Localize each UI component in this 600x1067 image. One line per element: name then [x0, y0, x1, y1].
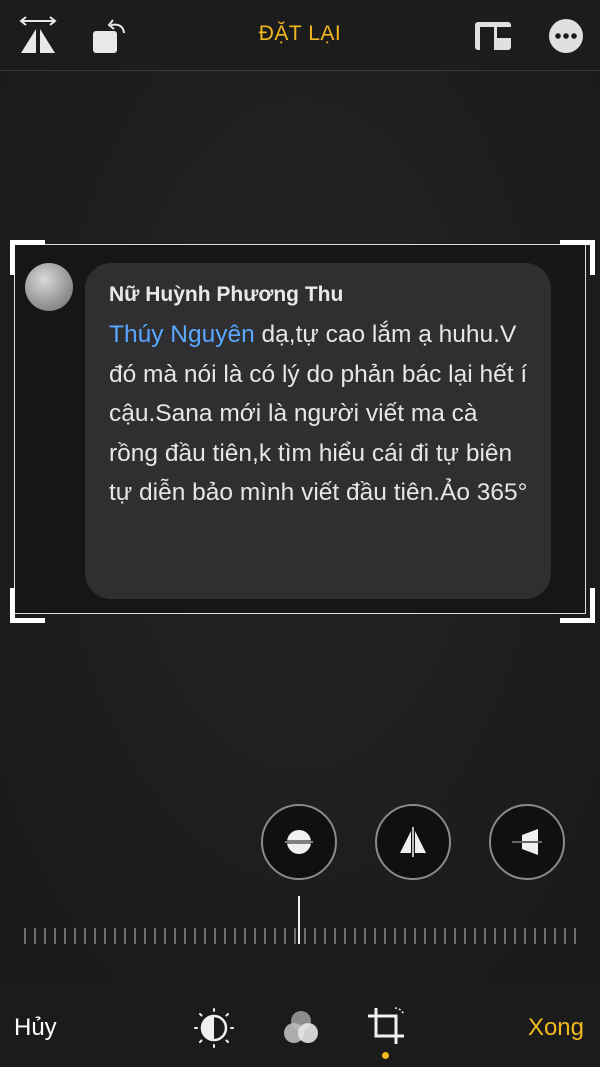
crop-handle-top-right[interactable] — [560, 240, 595, 275]
dial-tick — [164, 928, 166, 944]
dial-tick — [474, 928, 476, 944]
dial-tick — [284, 928, 286, 944]
dial-tick — [44, 928, 46, 944]
dial-tick — [334, 928, 336, 944]
dial-tick — [434, 928, 436, 944]
dial-tick — [54, 928, 56, 944]
active-tool-indicator — [382, 1052, 389, 1059]
filters-icon[interactable] — [279, 1006, 323, 1050]
dial-tick — [34, 928, 36, 944]
dial-tick — [294, 928, 296, 944]
dial-tick — [244, 928, 246, 944]
dial-indicator — [298, 896, 300, 944]
dial-tick — [464, 928, 466, 944]
dial-tick — [564, 928, 566, 944]
crop-handle-top-left[interactable] — [10, 240, 45, 275]
straighten-button[interactable] — [261, 804, 337, 880]
dial-tick — [524, 928, 526, 944]
dial-tick — [554, 928, 556, 944]
dial-tick — [274, 928, 276, 944]
dial-tick — [104, 928, 106, 944]
dial-tick — [454, 928, 456, 944]
cancel-button[interactable]: Hủy — [14, 1014, 57, 1042]
dial-tick — [544, 928, 546, 944]
dial-tick — [134, 928, 136, 944]
dial-tick — [574, 928, 576, 944]
dial-tick — [264, 928, 266, 944]
crop-icon[interactable] — [364, 1004, 408, 1048]
dial-tick — [224, 928, 226, 944]
aspect-ratio-icon[interactable] — [472, 16, 514, 56]
dial-tick — [484, 928, 486, 944]
dial-tick — [364, 928, 366, 944]
dial-tick — [314, 928, 316, 944]
dial-tick — [414, 928, 416, 944]
dial-tick — [64, 928, 66, 944]
dial-tick — [94, 928, 96, 944]
dial-tick — [124, 928, 126, 944]
done-button[interactable]: Xong — [528, 1014, 584, 1042]
dial-tick — [254, 928, 256, 944]
more-icon[interactable] — [546, 16, 586, 56]
comment-text: Thúy Nguyên dạ,tự cao lắm ạ huhu.V đó mà… — [109, 315, 529, 513]
dial-tick — [354, 928, 356, 944]
dial-tick — [184, 928, 186, 944]
horizontal-perspective-button[interactable] — [489, 804, 565, 880]
comment-bubble: Nữ Huỳnh Phương Thu Thúy Nguyên dạ,tự ca… — [85, 263, 551, 599]
dial-tick — [174, 928, 176, 944]
straighten-icon — [284, 830, 314, 854]
dial-tick — [424, 928, 426, 944]
dial-tick — [494, 928, 496, 944]
dial-tick — [384, 928, 386, 944]
dial-tick — [324, 928, 326, 944]
adjust-icon[interactable] — [192, 1006, 236, 1050]
dial-tick — [24, 928, 26, 944]
rotation-dial[interactable] — [24, 928, 576, 946]
dial-tick — [214, 928, 216, 944]
horizontal-perspective-icon — [512, 829, 542, 855]
vertical-perspective-icon — [400, 827, 426, 857]
dial-tick — [194, 928, 196, 944]
dial-tick — [534, 928, 536, 944]
dial-tick — [374, 928, 376, 944]
dial-tick — [74, 928, 76, 944]
dial-tick — [304, 928, 306, 944]
dial-tick — [404, 928, 406, 944]
dial-tick — [234, 928, 236, 944]
dial-tick — [394, 928, 396, 944]
vertical-perspective-button[interactable] — [375, 804, 451, 880]
top-toolbar: ĐẶT LẠI — [0, 0, 600, 71]
dial-tick — [84, 928, 86, 944]
dial-tick — [444, 928, 446, 944]
comment-body: dạ,tự cao lắm ạ huhu.V đó mà nói là có l… — [109, 321, 528, 506]
dial-tick — [154, 928, 156, 944]
crop-frame[interactable]: Nữ Huỳnh Phương Thu Thúy Nguyên dạ,tự ca… — [14, 244, 586, 614]
crop-handle-bottom-left[interactable] — [10, 588, 45, 623]
dial-tick — [204, 928, 206, 944]
crop-handle-bottom-right[interactable] — [560, 588, 595, 623]
dial-tick — [504, 928, 506, 944]
comment-author: Nữ Huỳnh Phương Thu — [109, 283, 344, 306]
dial-tick — [514, 928, 516, 944]
comment-mention: Thúy Nguyên — [109, 321, 255, 348]
dial-tick — [344, 928, 346, 944]
dial-tick — [114, 928, 116, 944]
dial-tick — [144, 928, 146, 944]
